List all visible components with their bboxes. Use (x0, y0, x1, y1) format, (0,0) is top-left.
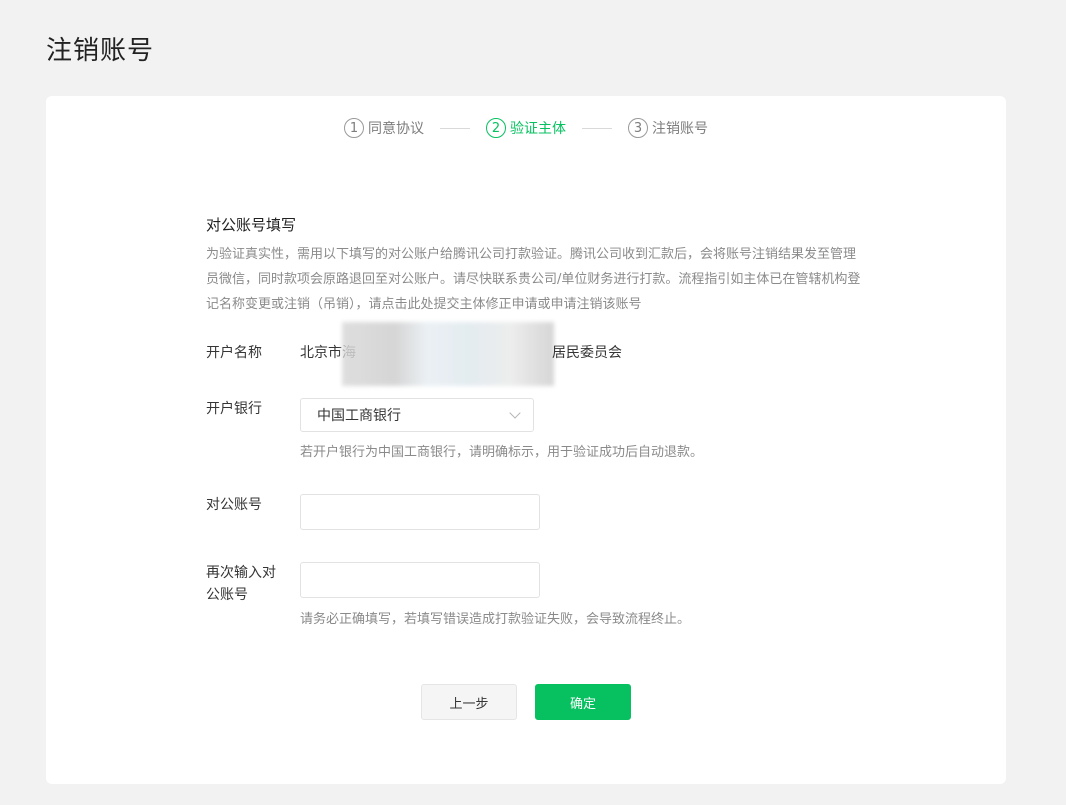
confirm-button[interactable]: 确定 (535, 684, 631, 720)
step-label: 同意协议 (368, 121, 424, 137)
account-number-confirm-input[interactable] (300, 562, 540, 598)
bank-hint: 若开户银行为中国工商银行，请明确标示，用于验证成功后自动退款。 (300, 445, 704, 460)
step-label: 验证主体 (510, 121, 566, 137)
prev-step-button[interactable]: 上一步 (421, 684, 517, 720)
step-number: 3 (628, 118, 648, 138)
step-label: 注销账号 (652, 121, 708, 137)
account-number-label: 对公账号 (206, 497, 262, 513)
label-line: 再次输入对 (206, 565, 276, 581)
step-number: 2 (486, 118, 506, 138)
account-number-input[interactable] (300, 494, 540, 530)
chevron-down-icon (509, 407, 521, 419)
bank-select[interactable]: 中国工商银行 (300, 398, 534, 432)
step-connector (582, 127, 612, 129)
redacted-area (342, 322, 554, 386)
main-card: 1 同意协议 2 验证主体 3 注销账号 对公账号填写 为验证真实性，需用以下填… (46, 96, 1006, 784)
step-number: 1 (344, 118, 364, 138)
account-number-confirm-label: 再次输入对 公账号 (206, 562, 276, 606)
section-title: 对公账号填写 (206, 216, 297, 234)
step-3: 3 注销账号 (628, 118, 708, 138)
account-name-label: 开户名称 (206, 345, 262, 361)
label-line: 公账号 (206, 587, 248, 603)
page-title: 注销账号 (46, 36, 155, 66)
section-description: 为验证真实性，需用以下填写的对公账户给腾讯公司打款验证。腾讯公司收到汇款后，会将… (206, 247, 861, 312)
bank-label: 开户银行 (206, 401, 262, 417)
account-number-hint: 请务必正确填写，若填写错误造成打款验证失败，会导致流程终止。 (300, 612, 691, 627)
step-indicator: 1 同意协议 2 验证主体 3 注销账号 (46, 118, 1006, 138)
step-connector (440, 127, 470, 129)
step-1: 1 同意协议 (344, 118, 424, 138)
step-2-active: 2 验证主体 (486, 118, 566, 138)
bank-select-value: 中国工商银行 (317, 408, 401, 424)
account-name-value-suffix: 居民委员会 (552, 345, 622, 361)
